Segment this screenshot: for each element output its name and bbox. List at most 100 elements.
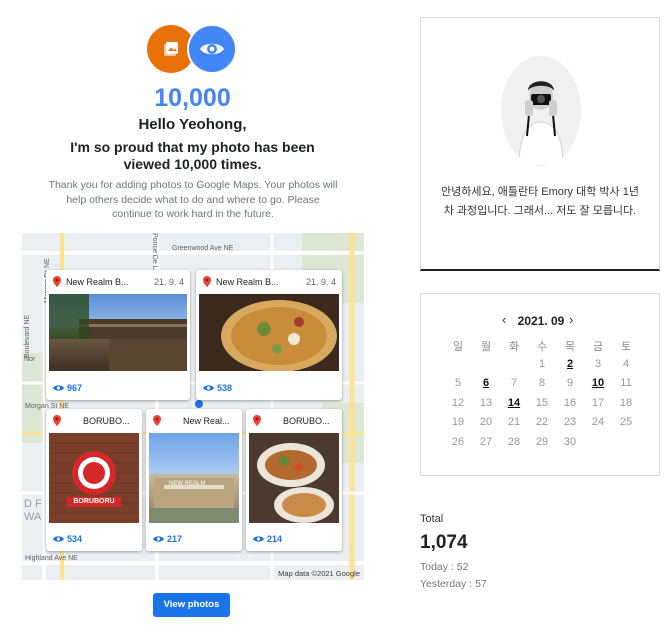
headline: I'm so proud that my photo has been view… — [70, 139, 315, 172]
eye-icon — [53, 536, 64, 542]
calendar-day: 23 — [563, 416, 577, 428]
street-label: Ponce De Le — [151, 233, 158, 274]
calendar-day: 18 — [619, 396, 633, 409]
photo-card[interactable]: New Realm B... 21. 9. 4 967 — [46, 270, 190, 400]
street-label: Greenwood Ave NE — [172, 245, 234, 252]
calendar-day: 25 — [619, 416, 633, 428]
location-pin-icon — [253, 415, 261, 426]
calendar-day: 1 — [538, 357, 546, 370]
calendar-grid: 일 월 화 수 목 금 토 1 2 3 4 5 6 7 8 9 10 11 12 13 14 15 16 17 18 19 20 21… — [444, 338, 640, 455]
eye-icon — [187, 24, 237, 74]
view-photos-button[interactable]: View photos — [153, 593, 230, 617]
calendar-day: 30 — [563, 435, 577, 448]
views-number: 967 — [67, 383, 83, 393]
calendar-day: 12 — [451, 396, 465, 409]
badge-icons — [147, 24, 237, 75]
calendar-day: 29 — [535, 435, 549, 448]
photo-card[interactable]: BORUBO... 214 — [246, 409, 342, 551]
sign-text: NEW REALM — [169, 481, 206, 487]
photo-date: 21. 9. 4 — [153, 277, 184, 287]
calendar-day: 7 — [510, 377, 518, 389]
eye-icon — [253, 536, 264, 542]
card-header: BORUBO... — [246, 409, 342, 433]
place-name: New Realm B... — [216, 277, 279, 287]
place-name: BORUBO... — [283, 416, 330, 426]
calendar-day: 15 — [535, 396, 549, 409]
place-name: New Realm B... — [66, 277, 129, 287]
calendar-weekday: 수 — [536, 341, 548, 353]
location-pin-icon — [203, 276, 211, 287]
street-label: Highland Ave NE — [25, 555, 78, 562]
street-label: Boulevard NE — [24, 314, 31, 358]
calendar-weekday: 목 — [564, 341, 576, 353]
calendar-day: 11 — [620, 377, 632, 389]
calendar-weekday: 토 — [620, 341, 632, 353]
photo-card[interactable]: BORUBO... BORUBORU 534 — [46, 409, 142, 551]
photo-thumbnail: BORUBORU — [49, 433, 139, 523]
place-name: New Real... — [183, 416, 230, 426]
calendar-day: 17 — [591, 396, 605, 409]
body-text: Thank you for adding photos to Google Ma… — [48, 179, 338, 220]
card-header: New Realm B... 21. 9. 4 — [196, 270, 342, 294]
calendar-day: 24 — [591, 416, 605, 428]
card-header: New Real... — [146, 409, 242, 433]
eye-icon — [53, 385, 64, 391]
calendar-day: 21 — [507, 416, 521, 428]
calendar-day: 19 — [451, 416, 465, 428]
photo-card[interactable]: New Real... NEW REALM 217 — [146, 409, 242, 551]
map-attribution: Map data ©2021 Google — [278, 569, 360, 578]
views-number: 534 — [67, 534, 83, 544]
profile-widget: 안녕하세요, 애틀란타 Emory 대학 박사 1년차 과정입니다. 그래서..… — [420, 17, 660, 271]
area-label: D F — [24, 498, 42, 510]
calendar-day: 5 — [454, 377, 462, 389]
photo-date: 21. 9. 4 — [305, 277, 336, 287]
views-number: 214 — [267, 534, 283, 544]
calendar-day-link[interactable]: 6 — [472, 377, 500, 389]
calendar-day: 8 — [538, 377, 546, 389]
avatar[interactable] — [501, 56, 581, 166]
calendar-day: 20 — [479, 416, 493, 428]
profile-bio: 안녕하세요, 애틀란타 Emory 대학 박사 1년차 과정입니다. 그래서..… — [441, 186, 639, 217]
calendar-next-button[interactable]: › — [569, 312, 573, 327]
calendar-day: 4 — [622, 357, 630, 370]
photo-card[interactable]: New Realm B... 21. 9. 4 538 — [196, 270, 342, 400]
total-count: 1,074 — [420, 532, 468, 553]
map[interactable]: Greenwood Ave NE Ponce De Le Monroe Dr N… — [22, 233, 364, 580]
calendar-weekday: 금 — [592, 341, 604, 353]
calendar-week-row: 26 27 28 29 30 — [444, 436, 640, 456]
calendar-weekday: 월 — [480, 341, 492, 353]
area-label: WA — [24, 511, 42, 523]
eye-icon — [153, 536, 164, 542]
total-label: Total — [420, 513, 444, 525]
calendar-day: 27 — [479, 435, 493, 448]
photo-thumbnail — [249, 433, 339, 523]
photo-thumbnail: NEW REALM — [149, 433, 239, 523]
calendar-day-link[interactable]: 10 — [584, 377, 612, 389]
location-pin-icon — [153, 415, 161, 426]
calendar-day-link[interactable]: 2 — [556, 358, 584, 370]
calendar-week-row: 12 13 14 15 16 17 18 — [444, 397, 640, 417]
street-label: Nor — [24, 356, 36, 363]
calendar-day-link[interactable]: 14 — [500, 397, 528, 409]
calendar-day: 28 — [507, 435, 521, 448]
yesterday-count: Yesterday : 57 — [420, 578, 487, 590]
calendar-day: 3 — [594, 357, 602, 370]
calendar-prev-button[interactable]: ‹ — [502, 312, 506, 327]
calendar-day: 13 — [479, 396, 493, 409]
calendar-weekday-row: 일월화수목금토 — [444, 338, 640, 358]
today-count: Today : 52 — [420, 561, 469, 573]
calendar-day: 26 — [451, 435, 465, 448]
greeting: Hello Yeohong, — [138, 116, 247, 133]
card-header: BORUBO... — [46, 409, 142, 433]
calendar-weekday: 일 — [452, 341, 464, 353]
calendar-day: 22 — [535, 416, 549, 428]
calendar-title: 2021. 09 — [517, 314, 565, 328]
calendar-day: 9 — [566, 377, 574, 389]
place-name: BORUBO... — [83, 416, 130, 426]
views-number: 538 — [217, 383, 233, 393]
location-pin-icon — [53, 276, 61, 287]
visitor-stats: Total 1,074 Today : 52 Yesterday : 57 — [420, 513, 487, 590]
calendar-week-row: 5 6 7 8 9 10 11 — [444, 377, 640, 397]
photo-thumbnail — [49, 294, 187, 371]
card-header: New Realm B... 21. 9. 4 — [46, 270, 190, 294]
